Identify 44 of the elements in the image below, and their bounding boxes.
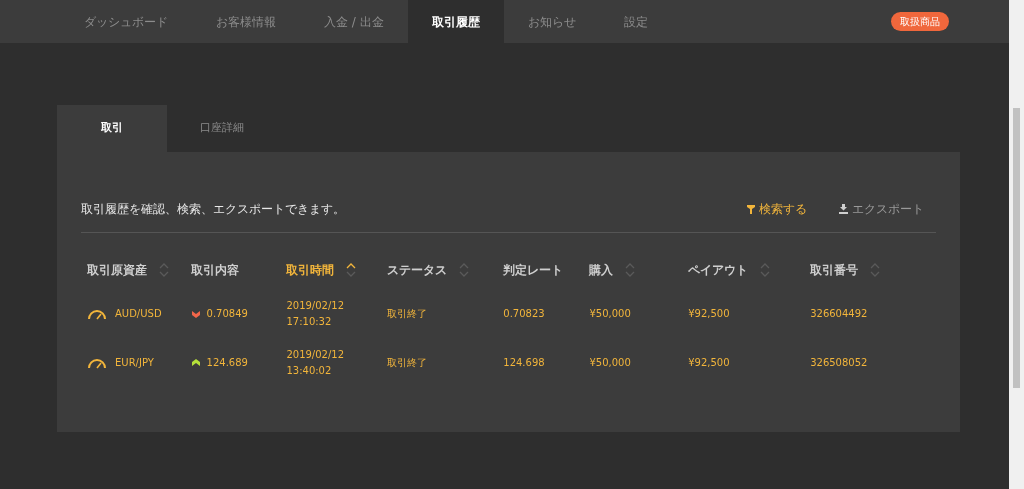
table-cell-text: 17:10:32 bbox=[286, 314, 333, 329]
table-cell-text: EUR/JPY bbox=[115, 356, 154, 370]
table-cell-text: 13:40:02 bbox=[286, 363, 333, 378]
scrollbar[interactable] bbox=[1009, 0, 1024, 489]
table-cell: 取引終了 bbox=[387, 308, 428, 319]
table-cell: 124.698 bbox=[503, 357, 545, 368]
column-header[interactable]: 取引原資産 bbox=[87, 261, 169, 279]
products-badge[interactable]: 取扱商品 bbox=[891, 12, 949, 31]
filter-icon bbox=[747, 204, 755, 214]
description: 取引履歴を確認、検索、エクスポートできます。 bbox=[81, 201, 346, 218]
nav-tab[interactable]: お知らせ bbox=[503, 0, 600, 43]
column-header: 取引内容 bbox=[190, 262, 239, 279]
column-header[interactable]: ペイアウト bbox=[688, 261, 771, 279]
download-icon bbox=[839, 204, 848, 214]
column-header[interactable]: 取引時間 bbox=[286, 261, 357, 279]
table-cell-text: 2019/02/12 bbox=[286, 347, 346, 362]
tab[interactable]: 口座詳細 bbox=[167, 105, 277, 152]
nav-tab[interactable]: ダッシュボード bbox=[60, 0, 192, 43]
table-cell-text: 124.689 bbox=[206, 356, 248, 370]
table-cell-text: 2019/02/12 bbox=[286, 298, 346, 313]
table-cell: 326604492 bbox=[810, 308, 868, 319]
gauge-icon bbox=[87, 356, 107, 369]
search-button[interactable]: 検索する bbox=[747, 200, 807, 218]
tab[interactable]: 取引 bbox=[57, 105, 167, 152]
table-cell: ¥92,500 bbox=[688, 308, 730, 319]
nav-tab[interactable]: 取引履歴 bbox=[407, 0, 504, 43]
table-cell: ¥92,500 bbox=[688, 357, 730, 368]
table-cell-text: AUD/USD bbox=[115, 307, 162, 321]
nav-tab[interactable]: 入金 / 出金 bbox=[300, 0, 408, 43]
table-cell-text: 0.70849 bbox=[206, 307, 248, 321]
table-cell: 326508052 bbox=[810, 357, 868, 368]
column-header: 判定レート bbox=[503, 262, 564, 279]
table-cell: ¥50,000 bbox=[589, 308, 631, 319]
nav-tab[interactable]: お客様情報 bbox=[192, 0, 300, 43]
column-header[interactable]: ステータス bbox=[387, 261, 470, 279]
table-cell: 0.70823 bbox=[503, 308, 545, 319]
gauge-icon bbox=[87, 307, 107, 320]
table-cell: 取引終了 bbox=[387, 357, 428, 368]
column-header[interactable]: 購入 bbox=[589, 261, 636, 279]
column-header[interactable]: 取引番号 bbox=[810, 261, 881, 279]
export-button[interactable]: エクスポート bbox=[839, 200, 924, 218]
nav-tab[interactable]: 設定 bbox=[599, 0, 672, 43]
sort-icon[interactable] bbox=[346, 263, 357, 277]
table-cell: ¥50,000 bbox=[589, 357, 631, 368]
